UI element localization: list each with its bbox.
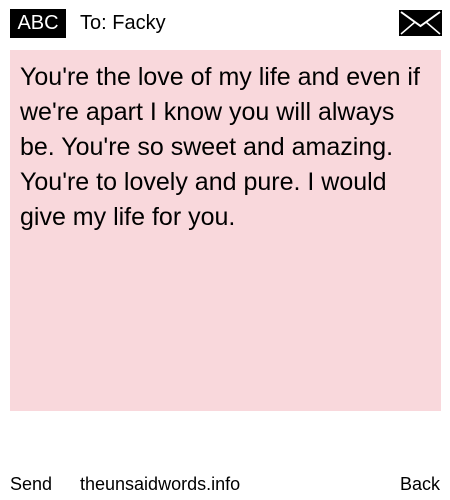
- message-compose-box[interactable]: You're the love of my life and even if w…: [10, 50, 441, 411]
- website-label: theunsaidwords.info: [80, 474, 241, 494]
- recipient-label: To: Facky: [80, 12, 166, 34]
- send-button[interactable]: Send: [10, 472, 52, 496]
- envelope-body: [399, 10, 442, 36]
- message-header: ABC To: Facky: [0, 0, 450, 48]
- message-body: You're the love of my life and even if w…: [20, 63, 420, 231]
- envelope-icon[interactable]: [399, 10, 442, 36]
- input-mode-badge[interactable]: ABC: [10, 9, 66, 38]
- back-button[interactable]: Back: [400, 472, 440, 496]
